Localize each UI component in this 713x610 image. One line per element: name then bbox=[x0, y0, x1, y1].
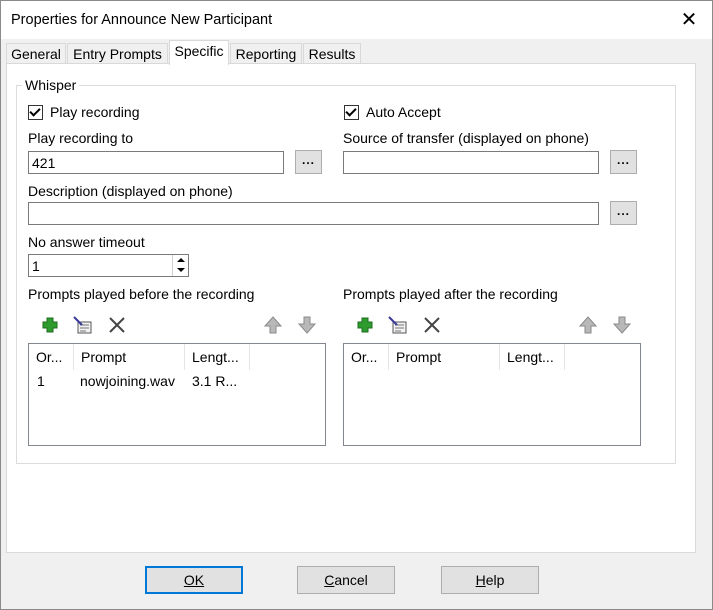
help-button-label: Help bbox=[475, 572, 505, 588]
no-answer-timeout-value: 1 bbox=[32, 258, 40, 274]
row-order: 1 bbox=[37, 373, 45, 389]
window-title: Properties for Announce New Participant bbox=[11, 12, 273, 28]
prompts-after-list[interactable]: Or... Prompt Lengt... bbox=[343, 343, 641, 446]
spin-down-button[interactable] bbox=[174, 265, 188, 275]
column-header-prompt[interactable]: Prompt bbox=[74, 344, 185, 370]
source-of-transfer-browse-button[interactable]: ... bbox=[610, 150, 637, 174]
spinner-buttons bbox=[172, 255, 188, 276]
column-header-order[interactable]: Or... bbox=[344, 344, 389, 370]
properties-dialog: Properties for Announce New Participant … bbox=[0, 0, 713, 610]
edit-icon[interactable] bbox=[387, 315, 407, 335]
play-recording-to-label: Play recording to bbox=[28, 130, 134, 146]
tab-results[interactable]: Results bbox=[303, 43, 361, 64]
cancel-button-label: Cancel bbox=[324, 572, 368, 588]
move-down-icon[interactable] bbox=[612, 315, 632, 335]
ok-button-label: OK bbox=[183, 572, 205, 588]
whisper-group: Whisper Play recording Auto Accept Play … bbox=[16, 77, 676, 464]
row-length: 3.1 R... bbox=[192, 373, 238, 389]
description-browse-button[interactable]: ... bbox=[610, 201, 637, 225]
column-header-length[interactable]: Lengt... bbox=[185, 344, 250, 370]
tab-entry-prompts-label: Entry Prompts bbox=[73, 46, 162, 62]
tab-entry-prompts[interactable]: Entry Prompts bbox=[67, 43, 168, 64]
check-icon bbox=[345, 105, 357, 117]
prompts-before-list[interactable]: Or... Prompt Lengt... 1 nowjoining.wav 3… bbox=[28, 343, 326, 446]
ok-button[interactable]: OK bbox=[145, 566, 243, 594]
column-header-order[interactable]: Or... bbox=[29, 344, 74, 370]
description-label: Description (displayed on phone) bbox=[28, 183, 233, 199]
column-header-prompt[interactable]: Prompt bbox=[389, 344, 500, 370]
play-recording-to-input[interactable]: 421 bbox=[28, 151, 284, 174]
move-up-icon[interactable] bbox=[263, 315, 283, 335]
auto-accept-checkbox[interactable] bbox=[344, 105, 359, 120]
auto-accept-label: Auto Accept bbox=[366, 104, 441, 120]
play-recording-checkbox[interactable] bbox=[28, 105, 43, 120]
close-icon[interactable]: ✕ bbox=[676, 7, 702, 33]
source-of-transfer-label: Source of transfer (displayed on phone) bbox=[343, 130, 589, 146]
no-answer-timeout-spinner[interactable]: 1 bbox=[28, 254, 189, 277]
table-row[interactable]: 1 nowjoining.wav 3.1 R... bbox=[29, 370, 325, 392]
prompts-before-label: Prompts played before the recording bbox=[28, 286, 255, 302]
delete-icon[interactable] bbox=[422, 315, 442, 335]
check-icon bbox=[29, 105, 41, 117]
no-answer-timeout-label: No answer timeout bbox=[28, 234, 145, 250]
move-down-icon[interactable] bbox=[297, 315, 317, 335]
help-button[interactable]: Help bbox=[441, 566, 539, 594]
spin-up-button[interactable] bbox=[174, 255, 188, 265]
tab-panel-specific: Whisper Play recording Auto Accept Play … bbox=[6, 63, 696, 553]
tab-general-label: General bbox=[11, 46, 61, 62]
delete-icon[interactable] bbox=[107, 315, 127, 335]
spin-up-icon bbox=[177, 258, 185, 262]
tab-results-label: Results bbox=[308, 46, 356, 62]
add-icon[interactable] bbox=[355, 315, 375, 335]
tab-general[interactable]: General bbox=[6, 43, 66, 64]
cancel-button[interactable]: Cancel bbox=[297, 566, 395, 594]
move-up-icon[interactable] bbox=[578, 315, 598, 335]
play-recording-label: Play recording bbox=[50, 104, 140, 120]
column-header-length[interactable]: Lengt... bbox=[500, 344, 565, 370]
prompts-after-label: Prompts played after the recording bbox=[343, 286, 558, 302]
tab-specific[interactable]: Specific bbox=[169, 40, 229, 65]
description-input[interactable] bbox=[28, 202, 599, 225]
title-bar: Properties for Announce New Participant … bbox=[1, 1, 712, 39]
whisper-legend: Whisper bbox=[22, 77, 80, 93]
tab-reporting[interactable]: Reporting bbox=[230, 43, 302, 64]
add-icon[interactable] bbox=[40, 315, 60, 335]
play-recording-to-browse-button[interactable]: ... bbox=[295, 150, 322, 174]
tab-reporting-label: Reporting bbox=[235, 46, 297, 62]
source-of-transfer-input[interactable] bbox=[343, 151, 599, 174]
tab-specific-label: Specific bbox=[174, 43, 224, 59]
row-prompt: nowjoining.wav bbox=[80, 373, 175, 389]
spin-down-icon bbox=[177, 268, 185, 272]
edit-icon[interactable] bbox=[72, 315, 92, 335]
